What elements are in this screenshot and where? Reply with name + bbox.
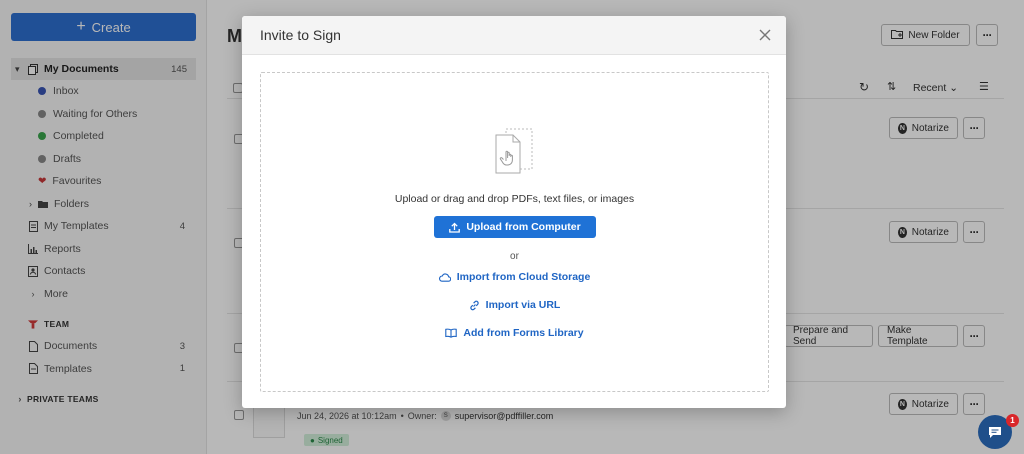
chat-icon <box>989 426 1001 438</box>
close-button[interactable] <box>756 26 774 44</box>
import-cloud-storage-link[interactable]: Import from Cloud Storage <box>261 271 768 283</box>
chat-notification-badge: 1 <box>1006 414 1019 427</box>
add-forms-library-link[interactable]: Add from Forms Library <box>261 327 768 339</box>
book-icon <box>445 328 458 338</box>
modal-title: Invite to Sign <box>260 27 341 43</box>
cloud-icon <box>438 272 451 282</box>
close-icon <box>759 29 771 41</box>
upload-from-computer-button[interactable]: Upload from Computer <box>434 216 596 238</box>
modal-header: Invite to Sign <box>242 16 786 55</box>
invite-to-sign-modal: Invite to Sign Upload or drag and drop P… <box>242 16 786 408</box>
forms-label: Add from Forms Library <box>463 327 584 339</box>
link-icon <box>469 300 479 310</box>
file-drop-zone[interactable]: Upload or drag and drop PDFs, text files… <box>260 72 769 392</box>
cloud-label: Import from Cloud Storage <box>456 271 591 283</box>
drag-file-icon <box>494 127 534 177</box>
drop-instructions: Upload or drag and drop PDFs, text files… <box>394 193 635 205</box>
url-label: Import via URL <box>485 299 561 311</box>
upload-label: Upload from Computer <box>466 221 581 233</box>
or-separator: or <box>510 251 519 262</box>
import-via-url-link[interactable]: Import via URL <box>261 299 768 311</box>
upload-icon <box>449 222 461 233</box>
